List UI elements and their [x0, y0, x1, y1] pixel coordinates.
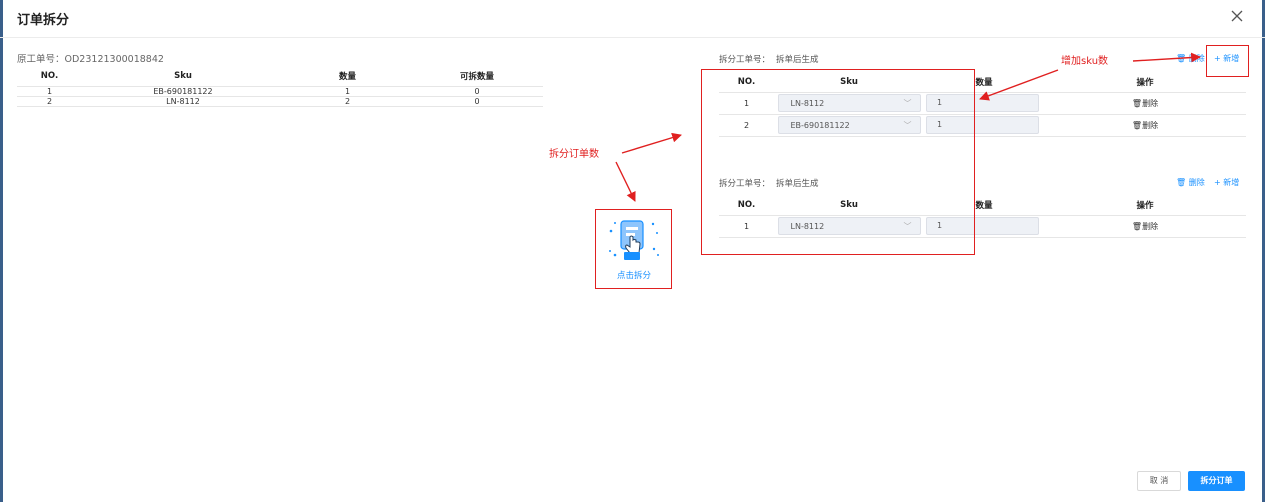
- arrow-to-add: [1132, 52, 1201, 63]
- arrow-to-split-groups: [621, 132, 682, 154]
- annotation-arrows: [615, 52, 1201, 202]
- split-order-dialog: 订单拆分 原工单号：OD23121300018842 NO. Sku 数量 可拆…: [0, 0, 1265, 502]
- split-order-submit-button[interactable]: 拆分订单: [1188, 471, 1245, 491]
- cancel-button[interactable]: 取 消: [1137, 471, 1181, 491]
- arrow-to-qty-header: [979, 69, 1059, 101]
- arrow-to-click-split: [615, 161, 636, 202]
